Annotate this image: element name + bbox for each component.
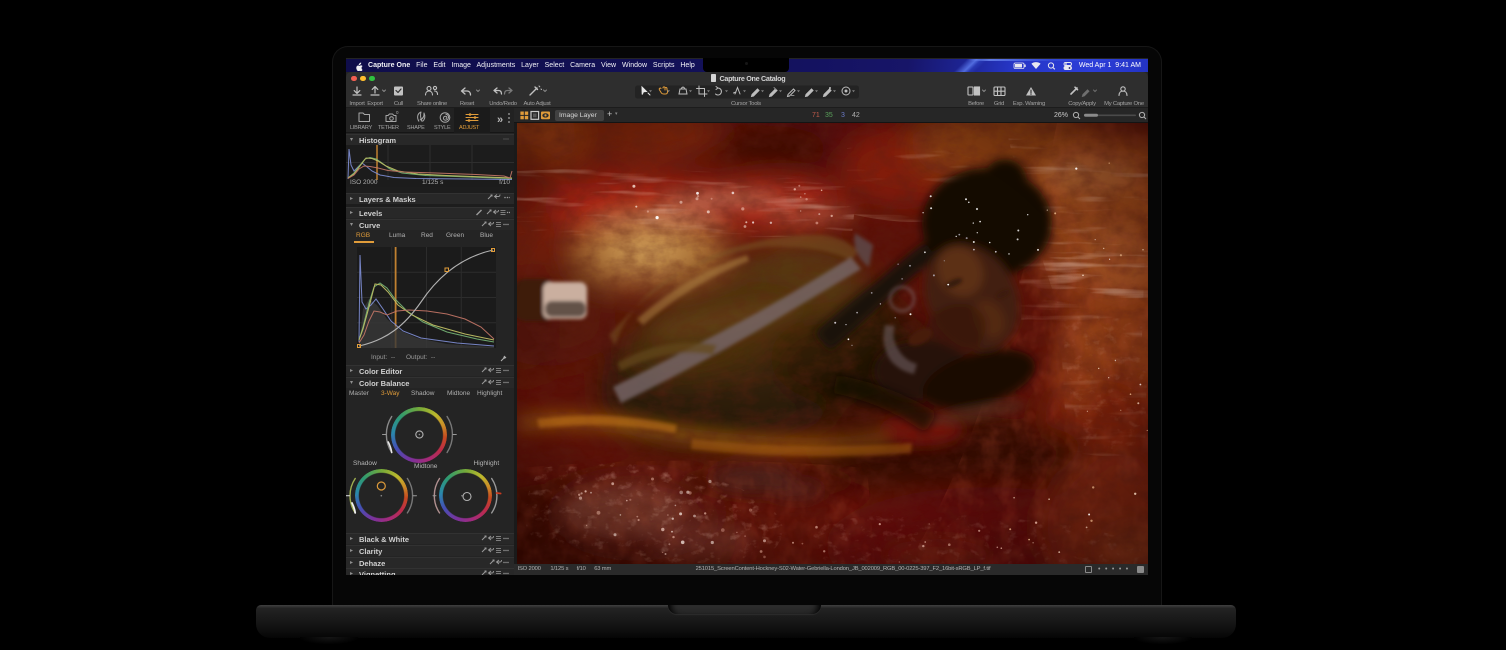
svg-text:»: » [497,114,503,126]
svg-text:Shadow: Shadow [353,460,377,467]
svg-text:Highlight: Highlight [474,460,500,467]
svg-text:0: 0 [396,110,399,115]
svg-text:Midtone: Midtone [414,463,438,470]
